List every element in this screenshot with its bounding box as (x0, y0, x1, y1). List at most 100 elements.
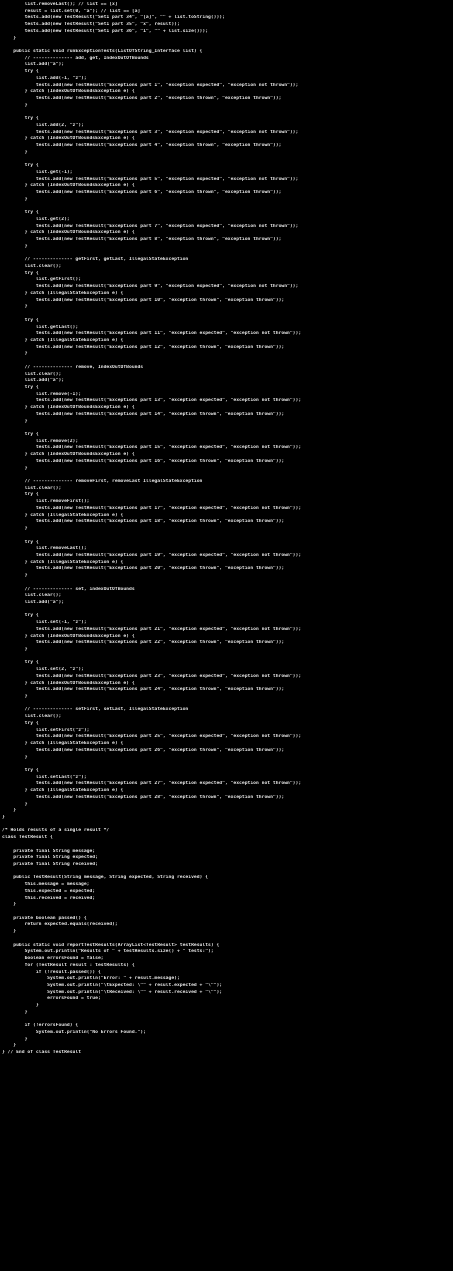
code-line: System.out.println("Results of " + testR… (2, 949, 214, 955)
code-line: tests.add(new TestResult("Exceptions par… (2, 505, 302, 511)
code-line: } catch (IllegalStateException e) { (2, 741, 124, 747)
code-listing: list.removeLast(); // list == [x] result… (2, 2, 453, 1057)
code-line: } catch (IndexOutOfBoundsException e) { (2, 633, 135, 639)
code-line: try { (2, 163, 39, 169)
code-line: // -------------- getFirst, getLast, Ill… (2, 257, 189, 263)
code-line: list.setLast("z"); (2, 774, 87, 780)
code-line: try { (2, 317, 39, 323)
code-line: // -------------- add, get, IndexOutOfBo… (2, 55, 149, 61)
code-line: list.getLast(); (2, 324, 79, 330)
code-line: list.removeFirst(); (2, 499, 90, 505)
code-line: tests.add(new TestResult("Exceptions par… (2, 129, 299, 135)
code-line: /* Holds results of a single result */ (2, 828, 110, 834)
code-line: } (2, 1036, 28, 1042)
code-line: this.received = received; (2, 895, 96, 901)
code-line: if (!errorsFound) { (2, 1023, 79, 1029)
code-line: try { (2, 116, 39, 122)
code-line: System.out.println("\tReceived: \"" + re… (2, 989, 223, 995)
code-line: } (2, 929, 17, 935)
code-line: try { (2, 432, 39, 437)
code-line: list.removeLast(); (2, 546, 87, 552)
code-line: list.add("a"); (2, 62, 65, 68)
code-line: list.getFirst(); (2, 277, 82, 283)
code-line: list.add(2, "z"); (2, 122, 84, 128)
code-line: } catch (IllegalStateException e) { (2, 559, 124, 565)
code-line: return expected.equals(received); (2, 922, 118, 928)
code-line: } (2, 196, 28, 202)
code-line: } (2, 1009, 28, 1015)
code-line: } (2, 35, 17, 41)
code-line: tests.add(new TestResult("Exceptions par… (2, 458, 285, 464)
code-line: list.removeLast(); // list == [x] (2, 2, 118, 7)
code-line: list.add("a"); (2, 378, 65, 384)
code-line: private final String received; (2, 862, 98, 867)
code-line: } (2, 801, 28, 807)
code-line: this.expected = expected; (2, 888, 96, 894)
code-line: try { (2, 492, 39, 498)
code-line: // -------------- removeFirst, removeLas… (2, 479, 203, 485)
code-line: boolean errorsFound = false; (2, 956, 104, 962)
code-line: } (2, 573, 28, 579)
code-line: list.add("a"); (2, 599, 65, 605)
code-line: } (2, 1003, 39, 1009)
code-line: try { (2, 210, 39, 216)
code-line: } (2, 647, 28, 652)
code-line: try { (2, 767, 39, 773)
code-line: } (2, 694, 28, 700)
code-line: System.out.println("No Errors Found."); (2, 1029, 146, 1035)
code-line: class TestResult { (2, 835, 53, 841)
code-line: tests.add(new TestResult("Exceptions par… (2, 687, 285, 693)
code-line: try { (2, 270, 39, 276)
code-line: } (2, 526, 28, 532)
code-line: if (!result.passed()) { (2, 969, 101, 975)
code-line: } (2, 351, 28, 357)
code-line: } (2, 754, 28, 760)
code-line: result = list.set(0, "a"); // list == [a… (2, 8, 141, 14)
code-line: } // End of class TestResult (2, 1050, 82, 1056)
code-line: } catch (IndexOutOfBoundsException e) { (2, 89, 135, 95)
code-line: tests.add(new TestResult("Exceptions par… (2, 411, 285, 417)
code-line: } (2, 808, 17, 814)
code-line: System.out.println("Error: " + result.me… (2, 976, 180, 982)
code-line: } catch (IndexOutOfBoundsException e) { (2, 680, 135, 686)
code-line: list.clear(); (2, 714, 62, 720)
code-line: public TestResult(String message, String… (2, 875, 209, 881)
code-line: private boolean passed() { (2, 915, 87, 921)
code-line: tests.add(new TestResult("Exceptions par… (2, 794, 285, 800)
code-editor[interactable]: list.removeLast(); // list == [x] result… (0, 0, 453, 1271)
code-line: } catch (IndexOutOfBoundsException e) { (2, 230, 135, 236)
code-line: try { (2, 613, 39, 619)
code-line: try { (2, 660, 39, 666)
code-line: tests.add(new TestResult("Exceptions par… (2, 82, 299, 88)
code-line: tests.add(new TestResult("Exceptions par… (2, 190, 282, 196)
code-line: tests.add(new TestResult("Exceptions par… (2, 297, 285, 303)
code-line: } catch (IndexOutOfBoundsException e) { (2, 136, 135, 142)
code-line: tests.add(new TestResult("Exceptions par… (2, 781, 302, 787)
code-line: list.set(2, "z"); (2, 667, 84, 673)
code-line: list.get(-1); (2, 169, 73, 175)
code-line: list.remove(-1); (2, 391, 82, 397)
code-line: } catch (IllegalStateException e) { (2, 337, 124, 343)
code-line: errorsFound = true; (2, 996, 101, 1002)
code-line: tests.add(new TestResult("Exceptions par… (2, 552, 302, 558)
code-line: } catch (IndexOutOfBoundsException e) { (2, 183, 135, 189)
code-line: list.clear(); (2, 485, 62, 491)
code-line: } (2, 465, 28, 471)
code-line: tests.add(new TestResult("Set1 part 36",… (2, 28, 209, 34)
code-line: list.clear(); (2, 593, 62, 599)
code-line: tests.add(new TestResult("Exceptions par… (2, 398, 302, 404)
code-line: } catch (IndexOutOfBoundsException e) { (2, 405, 135, 411)
